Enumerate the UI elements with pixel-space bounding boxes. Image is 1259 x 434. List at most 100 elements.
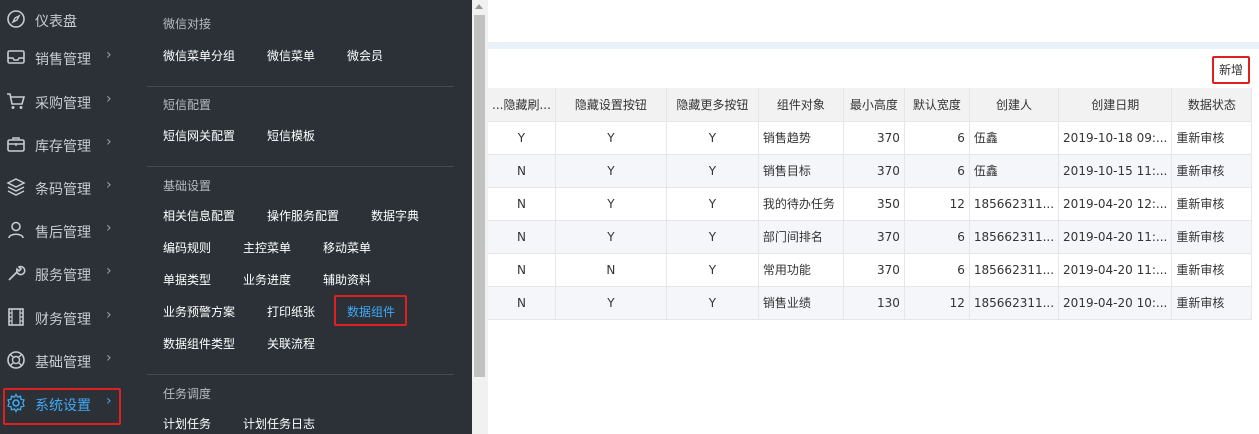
sidebar-item-basic[interactable]: 基础管理 › [0, 341, 130, 384]
scroll-up-arrow-icon[interactable] [475, 4, 483, 9]
add-button[interactable]: 新增 [1212, 56, 1250, 84]
column-header[interactable]: 数据状态 [1171, 88, 1253, 122]
column-header[interactable]: 隐藏设置按钮 [555, 88, 667, 122]
table-cell: 常用功能 [758, 253, 844, 287]
table-cell: 370 [843, 253, 905, 287]
table-cell: 2019-04-20 11:... [1058, 253, 1173, 287]
section-title-basic-settings: 基础设置 [163, 179, 212, 193]
lifebuoy-icon [7, 351, 25, 369]
chevron-right-icon: › [106, 350, 112, 366]
table-cell: 6 [904, 154, 970, 188]
data-table: ...隐藏刷... 隐藏设置按钮 隐藏更多按钮 组件对象 最小高度 默认宽度 创… [488, 88, 1253, 320]
section-title-sms: 短信配置 [163, 98, 212, 112]
table-header-row: ...隐藏刷... 隐藏设置按钮 隐藏更多按钮 组件对象 最小高度 默认宽度 创… [488, 88, 1253, 122]
table-cell: Y [666, 220, 759, 254]
compass-icon [7, 10, 25, 28]
table-row[interactable]: N Y Y 部门间排名 370 6 185662311... 2019-04-2… [488, 220, 1253, 254]
table-cell: 370 [843, 121, 905, 155]
link-wechat-menu[interactable]: 微信菜单 [267, 47, 315, 64]
sidebar-item-finance[interactable]: 财务管理 › [0, 298, 130, 341]
link-operation-service-config[interactable]: 操作服务配置 [267, 207, 339, 224]
table-cell: Y [666, 121, 759, 155]
sidebar-item-inventory[interactable]: 库存管理 › [0, 125, 130, 168]
table-cell: 6 [904, 220, 970, 254]
sidebar-item-label: 采购管理 [35, 96, 91, 112]
column-header[interactable]: 组件对象 [758, 88, 844, 122]
chevron-right-icon: › [106, 91, 112, 107]
table-cell: 2019-04-20 12:... [1058, 187, 1173, 221]
link-data-component-type[interactable]: 数据组件类型 [163, 335, 235, 352]
table-cell: 重新审核 [1171, 286, 1253, 320]
link-mobile-menu[interactable]: 移动菜单 [323, 239, 371, 256]
link-main-menu[interactable]: 主控菜单 [243, 239, 291, 256]
table-cell: 185662311... [969, 220, 1060, 254]
sidebar-item-label: 条码管理 [35, 182, 91, 198]
sidebar-item-label: 服务管理 [35, 268, 91, 284]
link-business-progress[interactable]: 业务进度 [243, 271, 291, 288]
table-cell: 我的待办任务 [758, 187, 844, 221]
link-print-paper[interactable]: 打印纸张 [267, 303, 315, 320]
chevron-right-icon: › [106, 47, 112, 63]
link-sms-gateway[interactable]: 短信网关配置 [163, 127, 235, 144]
sidebar-item-label: 售后管理 [35, 225, 91, 241]
table-cell: Y [555, 154, 667, 188]
link-micro-member[interactable]: 微会员 [347, 47, 383, 64]
table-cell: 重新审核 [1171, 121, 1253, 155]
column-header[interactable]: ...隐藏刷... [488, 88, 556, 122]
table-cell: N [488, 253, 556, 287]
column-header[interactable]: 默认宽度 [904, 88, 970, 122]
sidebar-item-sales[interactable]: 销售管理 › [0, 38, 130, 81]
table-cell: Y [666, 286, 759, 320]
sidebar-item-label: 财务管理 [35, 312, 91, 328]
table-row[interactable]: N Y Y 我的待办任务 350 12 185662311... 2019-04… [488, 187, 1253, 221]
link-document-type[interactable]: 单据类型 [163, 271, 211, 288]
link-sms-template[interactable]: 短信模板 [267, 127, 315, 144]
table-row[interactable]: N Y Y 销售业绩 130 12 185662311... 2019-04-2… [488, 286, 1253, 320]
table-cell: 6 [904, 253, 970, 287]
table-cell: 重新审核 [1171, 154, 1253, 188]
table-row[interactable]: N N Y 常用功能 370 6 185662311... 2019-04-20… [488, 253, 1253, 287]
column-header[interactable]: 创建人 [969, 88, 1060, 122]
link-coding-rules[interactable]: 编码规则 [163, 239, 211, 256]
sidebar-item-dashboard[interactable]: 仪表盘 [0, 0, 130, 43]
user-icon [8, 221, 24, 239]
link-wechat-menu-group[interactable]: 微信菜单分组 [163, 47, 235, 64]
table-row[interactable]: Y Y Y 销售趋势 370 6 伍鑫 2019-10-18 09:... 重新… [488, 121, 1253, 155]
chevron-right-icon: › [106, 263, 112, 279]
link-related-process[interactable]: 关联流程 [267, 335, 315, 352]
table-row[interactable]: N Y Y 销售目标 370 6 伍鑫 2019-10-15 11:... 重新… [488, 154, 1253, 188]
table-cell: 12 [904, 286, 970, 320]
table-cell: 伍鑫 [969, 121, 1060, 155]
section-divider [147, 374, 454, 375]
film-icon [8, 308, 24, 326]
wrench-icon [8, 265, 26, 281]
layers-icon [6, 178, 26, 196]
chevron-right-icon: › [106, 307, 112, 323]
link-data-dictionary[interactable]: 数据字典 [371, 207, 419, 224]
scrollbar-thumb[interactable] [474, 15, 485, 377]
column-header[interactable]: 创建日期 [1058, 88, 1173, 122]
link-business-alert-plan[interactable]: 业务预警方案 [163, 303, 235, 320]
sidebar-item-purchase[interactable]: 采购管理 › [0, 82, 130, 125]
table-cell: N [488, 187, 556, 221]
column-header[interactable]: 最小高度 [843, 88, 905, 122]
inbox-icon [7, 50, 25, 64]
link-related-info-config[interactable]: 相关信息配置 [163, 207, 235, 224]
sidebar-item-aftersales[interactable]: 售后管理 › [0, 211, 130, 254]
table-cell: 185662311... [969, 286, 1060, 320]
column-header[interactable]: 隐藏更多按钮 [666, 88, 759, 122]
section-divider [147, 86, 454, 87]
sidebar-item-label: 基础管理 [35, 355, 91, 371]
table-cell: 部门间排名 [758, 220, 844, 254]
link-scheduled-task[interactable]: 计划任务 [163, 415, 211, 432]
link-auxiliary-data[interactable]: 辅助资料 [323, 271, 371, 288]
sidebar-item-service[interactable]: 服务管理 › [0, 254, 130, 297]
link-scheduled-task-log[interactable]: 计划任务日志 [243, 415, 315, 432]
table-cell: 伍鑫 [969, 154, 1060, 188]
chevron-right-icon: › [106, 134, 112, 150]
sidebar-item-barcode[interactable]: 条码管理 › [0, 168, 130, 211]
table-cell: 185662311... [969, 187, 1060, 221]
chevron-right-icon: › [106, 220, 112, 236]
table-cell: N [488, 220, 556, 254]
table-cell: 2019-04-20 11:... [1058, 220, 1173, 254]
